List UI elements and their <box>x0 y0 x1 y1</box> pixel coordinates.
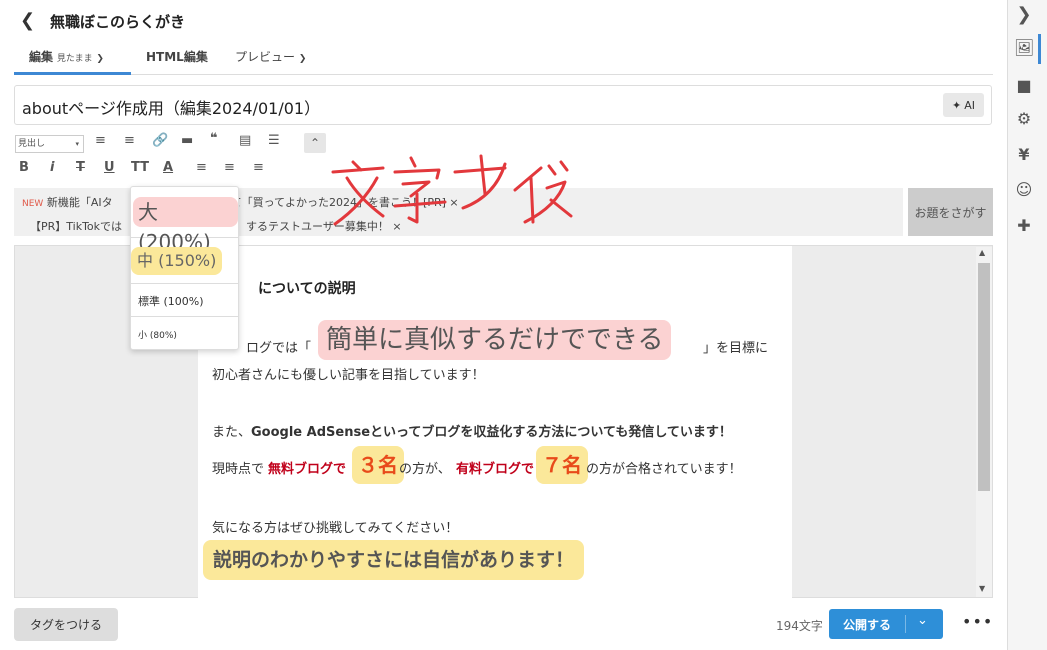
content-p3-prefix: また、 <box>212 425 252 440</box>
image-icon[interactable]: 🖼 <box>1014 38 1034 57</box>
notice-line-1-text: 新機能「AIタ <box>46 196 113 209</box>
content-p3-bold: Google AdSenseといってブログを収益化する方法についても発信していま… <box>251 425 732 440</box>
scrollbar-thumb[interactable] <box>978 263 990 491</box>
folder-icon[interactable]: ■ <box>1014 76 1034 95</box>
ai-button[interactable]: ✦ AI <box>943 93 984 117</box>
align-center-icon[interactable]: ≡ <box>224 160 235 175</box>
content-p4-c: ３名 <box>352 446 404 484</box>
collapse-toolbar-button[interactable]: ⌃ <box>304 133 326 153</box>
tab-html[interactable]: HTML編集 <box>146 48 208 65</box>
more-options-button[interactable]: ••• <box>962 612 993 631</box>
content-p1-emphasis: 簡単に真似するだけでできる <box>318 320 672 360</box>
add-tag-button[interactable]: タグをつける <box>14 608 118 641</box>
quote-icon[interactable]: ❝ <box>210 131 218 146</box>
find-topic-button[interactable]: お題をさがす <box>908 188 993 236</box>
dropdown-arrow-icon: ▾ <box>75 140 79 148</box>
publish-label: 公開する <box>843 618 892 632</box>
tab-divider <box>14 74 993 75</box>
publish-button[interactable]: 公開する ⌄ <box>829 609 943 639</box>
add-icon[interactable]: ✚ <box>1014 216 1034 235</box>
gear-icon[interactable]: ⚙ <box>1014 109 1034 128</box>
blog-name: 無職ぼこのらくがき <box>50 13 186 31</box>
content-p1-suffix: 」を目標に <box>703 341 769 356</box>
active-sidebar-indicator <box>1038 34 1041 64</box>
content-p2: 初心者さんにも優しい記事を目指しています！ <box>212 368 485 383</box>
chevron-down-icon[interactable]: ⌄ <box>917 613 928 628</box>
bullet-list-icon[interactable]: ≡ <box>95 133 106 148</box>
char-count: 194文字 <box>776 619 823 633</box>
tab-preview[interactable]: プレビュー ❯ <box>235 48 306 65</box>
publish-divider <box>905 615 906 633</box>
font-size-large[interactable]: 大 (200%) <box>131 187 238 254</box>
content-p4-a: 現時点で <box>212 462 265 477</box>
font-size-medium[interactable]: 中 (150%) <box>131 238 238 284</box>
tab-edit[interactable]: 編集 見たまま ❯ <box>29 48 104 65</box>
insert-block-icon[interactable]: ☰ <box>268 133 280 148</box>
content-p1-prefix: ログでは「 <box>246 341 312 356</box>
title-value: aboutページ作成用（編集2024/01/01） <box>22 99 321 118</box>
heading-select[interactable]: 見出し ▾ <box>15 135 84 153</box>
content-p5: 気になる方はぜひ挑戦してみてください！ <box>212 521 459 536</box>
font-size-small-label: 小 (80%) <box>138 331 177 341</box>
italic-icon[interactable]: i <box>50 160 54 175</box>
align-left-icon[interactable]: ≡ <box>196 160 207 175</box>
tab-preview-label: プレビュー <box>235 50 296 64</box>
font-size-normal-label: 標準 (100%) <box>138 295 204 308</box>
yen-icon[interactable]: ¥ <box>1014 145 1034 164</box>
users-icon[interactable]: ☺ <box>1014 180 1034 199</box>
bold-icon[interactable]: B <box>19 160 29 175</box>
font-size-small[interactable]: 小 (80%) <box>131 317 238 348</box>
collapse-sidebar-icon[interactable]: ❯ <box>1014 4 1034 25</box>
content-p6: 説明のわかりやすさには自信があります！ <box>203 540 585 580</box>
chevron-down-icon: ❯ <box>96 54 104 64</box>
back-icon[interactable]: ❮ <box>20 10 35 31</box>
font-size-normal[interactable]: 標準 (100%) <box>131 284 238 317</box>
active-tab-indicator <box>14 72 131 75</box>
underline-icon[interactable]: U <box>104 160 115 175</box>
font-size-large-label: 大 (200%) <box>133 197 238 254</box>
content-p4-e: 有料ブログで <box>456 462 535 477</box>
table-of-contents-icon[interactable]: ▤ <box>239 133 251 148</box>
heading-select-value: 見出し <box>18 139 46 149</box>
content-heading: についての説明 <box>258 281 356 297</box>
handwritten-annotation <box>331 154 573 226</box>
sparkle-icon: ✦ <box>952 98 962 112</box>
link-icon[interactable]: 🔗 <box>152 133 168 148</box>
more-break-icon[interactable]: ▬ <box>181 133 193 148</box>
content-p4-d: の方が、 <box>399 462 451 477</box>
new-badge: NEW <box>22 199 44 209</box>
right-sidebar <box>1007 0 1047 650</box>
scroll-down-icon[interactable]: ▼ <box>979 584 985 593</box>
strikethrough-icon[interactable]: T <box>76 160 85 175</box>
ai-label: AI <box>964 98 975 112</box>
font-size-menu: 大 (200%) 中 (150%) 標準 (100%) 小 (80%) <box>130 186 239 350</box>
text-color-icon[interactable]: A <box>163 160 173 175</box>
font-size-medium-label: 中 (150%) <box>131 247 223 275</box>
font-size-icon[interactable]: TT <box>131 160 149 175</box>
notice-line-2-text: 【PR】TikTokでは <box>30 220 123 233</box>
numbered-list-icon[interactable]: ≡ <box>124 133 135 148</box>
scroll-up-icon[interactable]: ▲ <box>979 248 985 257</box>
content-p4-g: の方が合格されています！ <box>586 462 742 477</box>
content-p4-b: 無料ブログで <box>268 462 347 477</box>
content-p3: また、Google AdSenseといってブログを収益化する方法についても発信し… <box>212 421 732 440</box>
chevron-down-icon: ❯ <box>298 54 307 64</box>
tab-edit-sub: 見たまま <box>56 54 93 64</box>
tab-edit-label: 編集 <box>29 50 54 64</box>
content-p4-f: ７名 <box>536 446 588 484</box>
align-right-icon[interactable]: ≡ <box>253 160 264 175</box>
